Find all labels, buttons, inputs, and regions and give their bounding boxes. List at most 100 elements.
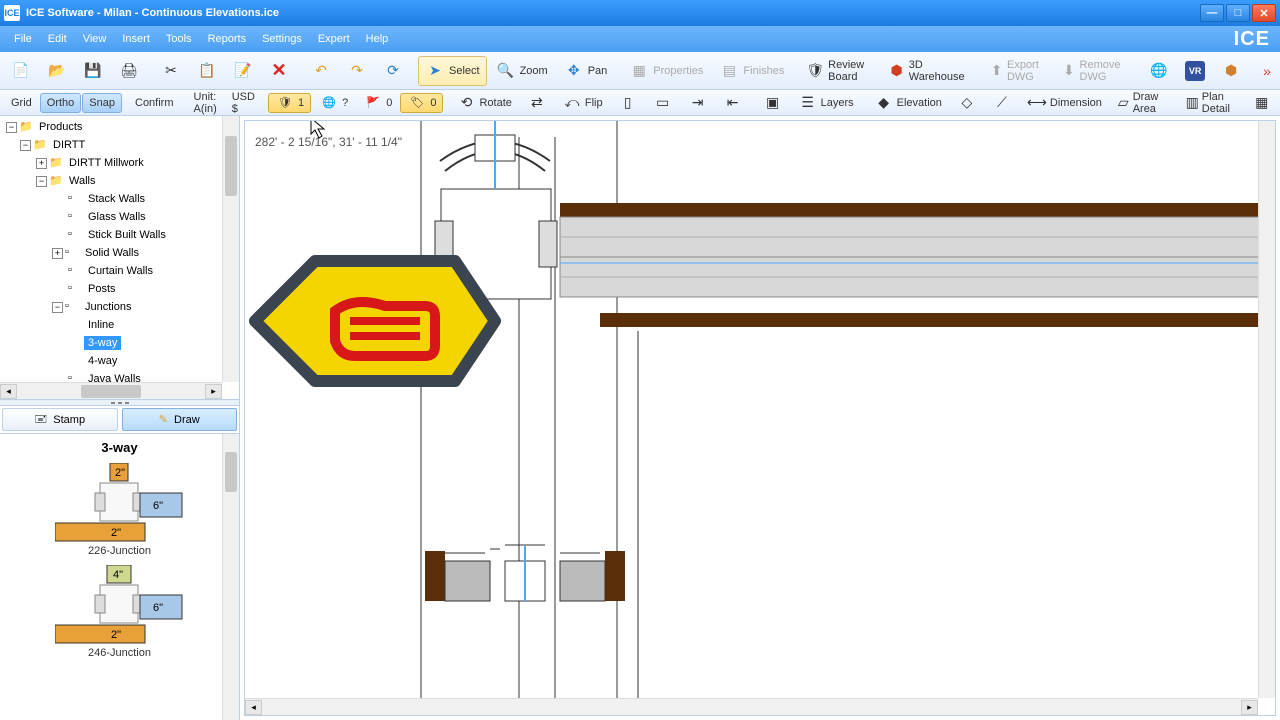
close-button[interactable]: ✕ <box>1252 4 1276 22</box>
expand-icon[interactable]: + <box>36 158 47 169</box>
menu-help[interactable]: Help <box>358 29 397 49</box>
collapse-icon[interactable]: − <box>20 140 31 151</box>
tree-hscroll[interactable]: ◂▸ <box>0 382 222 399</box>
draw-mode[interactable]: ✎Draw <box>122 408 238 431</box>
tree-root[interactable]: −📁Products <box>2 118 237 136</box>
currency-selector[interactable]: USD $ <box>225 93 262 113</box>
layers-button[interactable]: ☰Layers <box>791 93 861 113</box>
menu-reports[interactable]: Reports <box>200 29 255 49</box>
new-button[interactable]: 📄 <box>4 56 38 86</box>
menu-file[interactable]: File <box>6 29 40 49</box>
remove-dwg-button[interactable]: ⬇Remove DWG <box>1055 54 1134 88</box>
tree-3way[interactable]: 3-way <box>2 334 237 352</box>
drawarea-button[interactable]: ▱Draw Area <box>1110 93 1173 113</box>
collapse-icon[interactable]: − <box>52 302 63 313</box>
minimize-button[interactable]: — <box>1200 4 1224 22</box>
tree-scrollbar[interactable] <box>222 116 239 382</box>
drawing-canvas[interactable]: 282' - 2 15/16", 31' - 11 1/4" <box>244 120 1276 716</box>
plandetail-button[interactable]: ▥Plan Detail <box>1179 93 1244 113</box>
zoom-tool[interactable]: 🔍Zoom <box>489 56 555 86</box>
menu-tools[interactable]: Tools <box>158 29 200 49</box>
cube-icon: ⬢ <box>1221 61 1241 81</box>
tree-curtain[interactable]: ▫Curtain Walls <box>2 262 237 280</box>
junction-preview-2[interactable]: 4" 6" 2" <box>55 565 185 645</box>
cube-button[interactable]: ⬢ <box>1214 56 1248 86</box>
badge-0a[interactable]: 🚩0 <box>356 93 399 113</box>
tree-posts[interactable]: ▫Posts <box>2 280 237 298</box>
elevation-button[interactable]: ◆Elevation <box>867 93 949 113</box>
item-icon: ▫ <box>65 246 79 260</box>
refresh-button[interactable]: ⟳ <box>376 56 410 86</box>
redo-button[interactable]: ↷ <box>340 56 374 86</box>
chevron-right-icon: » <box>1257 61 1277 81</box>
align1-button[interactable]: ▯ <box>611 93 645 113</box>
preview-scrollbar[interactable] <box>222 434 239 720</box>
select-tool[interactable]: ➤Select <box>418 56 487 86</box>
tree-walls[interactable]: −📁Walls <box>2 172 237 190</box>
flip-button[interactable]: ⤺Flip <box>555 93 610 113</box>
layers-a-button[interactable]: ▣ <box>756 93 790 113</box>
save-button[interactable]: 💾 <box>76 56 110 86</box>
align4-button[interactable]: ⇤ <box>716 93 750 113</box>
pan-label: Pan <box>588 65 608 77</box>
undo-button[interactable]: ↶ <box>304 56 338 86</box>
tree-junctions[interactable]: −▫Junctions <box>2 298 237 316</box>
tree-millwork[interactable]: +📁DIRTT Millwork <box>2 154 237 172</box>
menu-expert[interactable]: Expert <box>310 29 358 49</box>
flag-icon: 🚩 <box>363 93 383 113</box>
vr-button[interactable]: VR <box>1178 56 1212 86</box>
open-button[interactable]: 📂 <box>40 56 74 86</box>
ortho-toggle[interactable]: Ortho <box>40 93 82 113</box>
tree-4way[interactable]: 4-way <box>2 352 237 370</box>
delete-button[interactable]: ✕ <box>262 56 296 86</box>
tree-stack[interactable]: ▫Stack Walls <box>2 190 237 208</box>
finishes-button[interactable]: ▤Finishes <box>712 56 791 86</box>
globe-button[interactable]: 🌐 <box>1142 56 1176 86</box>
paste-button[interactable]: 📝 <box>226 56 260 86</box>
menu-insert[interactable]: Insert <box>114 29 158 49</box>
align3-button[interactable]: ⇥ <box>681 93 715 113</box>
align4-icon: ⇤ <box>723 93 743 113</box>
collapse-icon[interactable]: − <box>36 176 47 187</box>
dimension-button[interactable]: ⟷Dimension <box>1020 93 1109 113</box>
elev2-button[interactable]: ◇ <box>950 93 984 113</box>
unit-selector[interactable]: Unit: A(in) <box>187 93 224 113</box>
grid-toggle[interactable]: Grid <box>4 93 39 113</box>
badge-0b[interactable]: 🏷0 <box>400 93 443 113</box>
mirror-button[interactable]: ⇄ <box>520 93 554 113</box>
confirm-button[interactable]: Confirm <box>128 93 181 113</box>
canvas-hscroll[interactable]: ◂▸ <box>245 698 1258 715</box>
collapse-icon[interactable]: − <box>6 122 17 133</box>
badge-1[interactable]: 🛡1 <box>268 93 311 113</box>
tree-solid[interactable]: +▫Solid Walls <box>2 244 237 262</box>
zoom-label: Zoom <box>520 65 548 77</box>
tree-glass[interactable]: ▫Glass Walls <box>2 208 237 226</box>
overflow-button[interactable]: » <box>1250 56 1280 86</box>
cut-button[interactable]: ✂ <box>154 56 188 86</box>
menu-settings[interactable]: Settings <box>254 29 310 49</box>
copy-button[interactable]: 📋 <box>190 56 224 86</box>
maximize-button[interactable]: □ <box>1226 4 1250 22</box>
badge-q[interactable]: 🌐? <box>312 93 355 113</box>
warehouse-button[interactable]: ⬢3D Warehouse <box>881 54 975 88</box>
tree-inline[interactable]: Inline <box>2 316 237 334</box>
review-board-button[interactable]: 🛡Review Board <box>799 54 873 88</box>
properties-button[interactable]: ▦Properties <box>622 56 710 86</box>
snap-toggle[interactable]: Snap <box>82 93 122 113</box>
menu-edit[interactable]: Edit <box>40 29 75 49</box>
tree-stick[interactable]: ▫Stick Built Walls <box>2 226 237 244</box>
canvas-vscroll[interactable] <box>1258 121 1275 698</box>
rotate-button[interactable]: ⟲Rotate <box>449 93 518 113</box>
elev3-button[interactable]: ⟋ <box>985 93 1019 113</box>
tree-dirtt[interactable]: −📁DIRTT <box>2 136 237 154</box>
menu-view[interactable]: View <box>75 29 115 49</box>
junction-preview-1[interactable]: 2" 6" 2" <box>55 463 185 543</box>
stamp-mode[interactable]: 🖃Stamp <box>2 408 118 431</box>
export-dwg-button[interactable]: ⬆Export DWG <box>983 54 1053 88</box>
menu-bar: File Edit View Insert Tools Reports Sett… <box>0 26 1280 52</box>
expand-icon[interactable]: + <box>52 248 63 259</box>
align2-button[interactable]: ▭ <box>646 93 680 113</box>
pan-tool[interactable]: ✥Pan <box>557 56 615 86</box>
plan2-button[interactable]: ▦ <box>1245 93 1279 113</box>
print-button[interactable]: 🖨 <box>112 56 146 86</box>
